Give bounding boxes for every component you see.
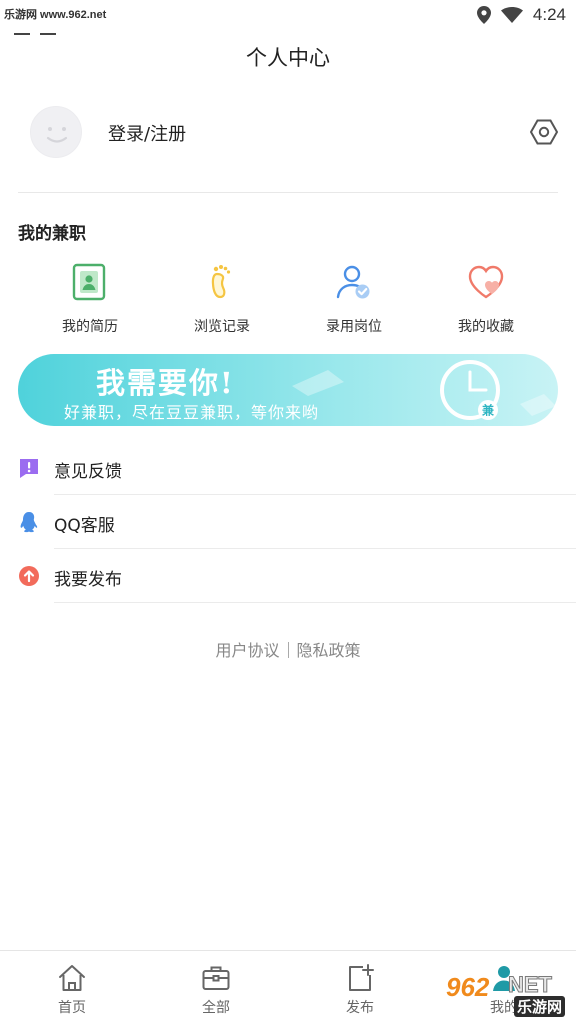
tab-label: 首页 bbox=[58, 1000, 86, 1016]
status-icons: 4:24 bbox=[476, 4, 566, 26]
status-bar: 乐游网 www.962.net 4:24 bbox=[0, 0, 576, 35]
clock-icon: 兼 bbox=[440, 360, 500, 420]
menu-item-qq-service[interactable]: QQ客服 bbox=[18, 495, 576, 549]
page-title: 个人中心 bbox=[246, 46, 330, 70]
divider bbox=[18, 192, 558, 193]
settings-hexagon-icon[interactable] bbox=[530, 118, 558, 146]
tab-home[interactable]: 首页 bbox=[0, 951, 144, 1024]
decorative-paper-icon bbox=[292, 370, 344, 396]
tab-publish[interactable]: 发布 bbox=[288, 951, 432, 1024]
grid-item-hired-positions[interactable]: 录用岗位 bbox=[288, 262, 420, 342]
notification-marks bbox=[14, 20, 66, 39]
banner-title: 我需要你! bbox=[96, 366, 235, 400]
grid-item-browse-history[interactable]: 浏览记录 bbox=[156, 262, 288, 342]
location-icon bbox=[476, 6, 491, 24]
privacy-policy-link[interactable]: 隐私政策 bbox=[297, 641, 361, 660]
separator bbox=[287, 642, 289, 658]
wifi-icon bbox=[500, 7, 523, 23]
watermark-site: 乐游网 bbox=[514, 996, 566, 1017]
resume-icon bbox=[72, 263, 106, 301]
profile-row[interactable]: 登录/注册 bbox=[18, 100, 558, 164]
menu-label: 意见反馈 bbox=[54, 462, 122, 482]
promo-banner[interactable]: 我需要你! 好兼职，尽在豆豆兼职，等你来哟 兼 bbox=[18, 354, 558, 426]
divider bbox=[54, 602, 576, 603]
login-register-link[interactable]: 登录/注册 bbox=[108, 120, 186, 146]
watermark-net: NET bbox=[508, 972, 553, 998]
menu-label: 我要发布 bbox=[54, 570, 122, 590]
decorative-paper-icon bbox=[520, 394, 556, 416]
clock-time: 4:24 bbox=[532, 5, 566, 24]
tab-all[interactable]: 全部 bbox=[144, 951, 288, 1024]
home-icon bbox=[59, 965, 85, 991]
grid-item-resume[interactable]: 我的简历 bbox=[24, 262, 156, 342]
grid-item-favorites[interactable]: 我的收藏 bbox=[420, 262, 552, 342]
avatar[interactable] bbox=[30, 106, 82, 158]
menu-item-publish[interactable]: 我要发布 bbox=[18, 549, 576, 603]
grid-label: 浏览记录 bbox=[194, 319, 250, 335]
menu-item-feedback[interactable]: 意见反馈 bbox=[18, 441, 576, 495]
heart-icon bbox=[468, 265, 504, 299]
part-time-grid: 我的简历 浏览记录 录用岗位 我的收藏 bbox=[24, 262, 552, 342]
banner-badge: 兼 bbox=[481, 403, 495, 418]
briefcase-icon bbox=[202, 966, 230, 990]
hired-user-icon bbox=[336, 265, 370, 299]
section-title: 我的兼职 bbox=[18, 224, 86, 244]
tab-label: 发布 bbox=[346, 1000, 374, 1016]
qq-penguin-icon bbox=[20, 512, 38, 533]
feedback-icon bbox=[20, 459, 38, 478]
menu-list: 意见反馈 QQ客服 我要发布 bbox=[18, 441, 576, 603]
grid-label: 我的简历 bbox=[62, 319, 118, 335]
footprint-icon bbox=[211, 265, 231, 299]
banner-subtitle: 好兼职，尽在豆豆兼职，等你来哟 bbox=[64, 403, 320, 422]
grid-label: 录用岗位 bbox=[326, 319, 382, 335]
upload-icon bbox=[19, 566, 39, 586]
tab-label: 全部 bbox=[202, 1000, 230, 1016]
menu-label: QQ客服 bbox=[54, 516, 115, 536]
user-agreement-link[interactable]: 用户协议 bbox=[215, 641, 279, 660]
grid-label: 我的收藏 bbox=[458, 319, 514, 335]
smiley-avatar-icon bbox=[46, 127, 68, 143]
publish-icon bbox=[349, 964, 374, 991]
legal-links: 用户协议 隐私政策 bbox=[0, 637, 576, 661]
watermark-number: 962 bbox=[446, 972, 490, 1002]
watermark-logo: 962 NET 乐游网 bbox=[440, 972, 570, 1018]
